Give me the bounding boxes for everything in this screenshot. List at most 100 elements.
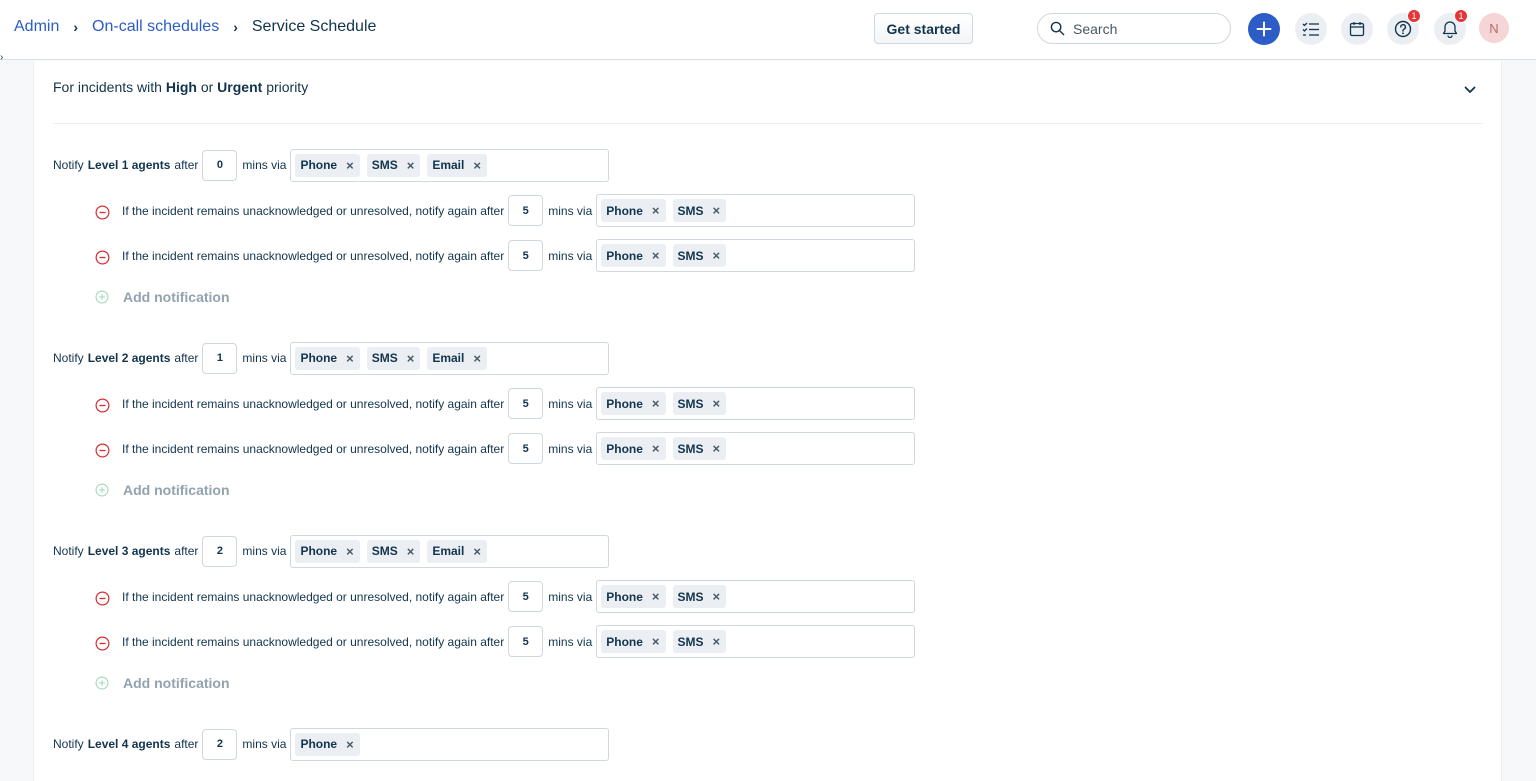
after-label: after <box>174 158 199 172</box>
delay-minutes-input[interactable]: 2 <box>202 535 238 567</box>
channel-chip: Phone × <box>295 153 360 177</box>
calendar-icon <box>1349 22 1365 37</box>
remove-channel-icon[interactable]: × <box>346 351 354 366</box>
channel-chip: SMS × <box>672 244 727 267</box>
remove-circle-icon[interactable] <box>95 443 110 458</box>
repeat-notify-row: If the incident remains unacknowledged o… <box>95 625 916 658</box>
remove-channel-icon[interactable]: × <box>407 351 415 366</box>
chevron-right-icon[interactable]: › <box>0 52 3 63</box>
add-notification-button[interactable]: Add notification <box>95 675 230 691</box>
add-notification-button[interactable]: Add notification <box>95 482 230 498</box>
channel-chip: Phone × <box>601 199 666 222</box>
priority-urgent: Urgent <box>217 79 263 95</box>
channel-select[interactable]: Phone × SMS × Email × <box>290 534 610 568</box>
remove-channel-icon[interactable]: × <box>473 544 481 559</box>
channel-chip: SMS × <box>672 199 727 222</box>
repeat-notify-row: If the incident remains unacknowledged o… <box>95 432 916 465</box>
delay-minutes-input[interactable]: 5 <box>508 240 544 271</box>
add-circle-icon <box>95 290 109 304</box>
user-avatar[interactable]: N <box>1479 13 1509 43</box>
delay-minutes-input[interactable]: 5 <box>508 433 544 464</box>
search-input[interactable] <box>1073 20 1213 37</box>
delay-minutes-input[interactable]: 5 <box>508 388 544 419</box>
channel-select[interactable]: Phone × SMS × <box>596 239 916 272</box>
channel-chip: Phone × <box>601 630 666 653</box>
channel-select[interactable]: Phone × SMS × <box>596 432 916 465</box>
remove-channel-icon[interactable]: × <box>713 248 721 263</box>
remove-channel-icon[interactable]: × <box>652 248 660 263</box>
help-icon <box>1394 20 1412 38</box>
remove-channel-icon[interactable]: × <box>346 544 354 559</box>
remove-channel-icon[interactable]: × <box>713 441 721 456</box>
repeat-notify-row: If the incident remains unacknowledged o… <box>95 194 916 227</box>
remove-circle-icon[interactable] <box>95 636 110 651</box>
after-label: after <box>174 737 199 751</box>
remove-channel-icon[interactable]: × <box>407 544 415 559</box>
remove-channel-icon[interactable]: × <box>346 158 354 173</box>
remove-channel-icon[interactable]: × <box>713 203 721 218</box>
channel-select[interactable]: Phone × SMS × <box>596 194 916 227</box>
delay-minutes-input[interactable]: 5 <box>508 626 544 657</box>
remove-circle-icon[interactable] <box>95 205 110 220</box>
level-notify-row: Notify Level 2 agents after 1 mins via Phone ×… <box>53 341 610 375</box>
heading-prefix: For incidents with <box>53 79 162 95</box>
remove-channel-icon[interactable]: × <box>713 589 721 604</box>
remove-channel-icon[interactable]: × <box>652 396 660 411</box>
channel-select[interactable]: Phone × SMS × Email × <box>290 148 610 182</box>
help-button[interactable]: 1 <box>1387 9 1421 45</box>
channel-chip: Email × <box>427 346 487 370</box>
remove-channel-icon[interactable]: × <box>473 351 481 366</box>
delay-minutes-input[interactable]: 1 <box>202 342 238 374</box>
delay-minutes-input[interactable]: 2 <box>202 728 238 760</box>
remove-circle-icon[interactable] <box>95 398 110 413</box>
channel-select[interactable]: Phone × SMS × <box>596 580 916 613</box>
remove-channel-icon[interactable]: × <box>652 441 660 456</box>
breadcrumb-admin[interactable]: Admin <box>14 18 59 36</box>
channel-chip: SMS × <box>366 153 421 177</box>
heading-suffix: priority <box>266 79 309 95</box>
create-new-button[interactable] <box>1248 13 1280 45</box>
collapse-toggle[interactable] <box>1464 81 1476 99</box>
level-notify-row: Notify Level 3 agents after 2 mins via Phone ×… <box>53 534 610 568</box>
notifications-button[interactable]: 1 <box>1434 9 1468 45</box>
add-circle-icon <box>95 483 109 497</box>
remove-channel-icon[interactable]: × <box>346 737 354 752</box>
level-notify-row: Notify Level 4 agents after 2 mins via Phone × <box>53 727 610 761</box>
channel-chip-label: SMS <box>677 248 704 263</box>
notify-label: Notify <box>53 737 84 751</box>
remove-channel-icon[interactable]: × <box>652 203 660 218</box>
notify-label: Notify <box>53 351 84 365</box>
channel-chip-label: Phone <box>300 158 338 172</box>
delay-minutes-input[interactable]: 5 <box>508 195 544 226</box>
search-box[interactable] <box>1037 13 1231 44</box>
repeat-label: If the incident remains unacknowledged o… <box>122 203 505 218</box>
remove-channel-icon[interactable]: × <box>713 396 721 411</box>
remove-channel-icon[interactable]: × <box>407 158 415 173</box>
add-notification-button[interactable]: Add notification <box>95 289 230 305</box>
channel-chip-label: Phone <box>300 351 338 365</box>
channel-chip: Phone × <box>601 437 666 460</box>
remove-circle-icon[interactable] <box>95 250 110 265</box>
channel-chip-label: Email <box>432 351 465 365</box>
mins-via-label: mins via <box>548 634 593 649</box>
chevron-down-icon <box>1464 86 1476 93</box>
channel-select[interactable]: Phone × SMS × Email × <box>290 341 610 375</box>
remove-channel-icon[interactable]: × <box>652 634 660 649</box>
channel-select[interactable]: Phone × SMS × <box>596 387 916 420</box>
channel-chip: Email × <box>427 539 487 563</box>
delay-minutes-input[interactable]: 5 <box>508 581 544 612</box>
delay-minutes-input[interactable]: 0 <box>202 149 238 181</box>
get-started-button[interactable]: Get started <box>874 13 973 44</box>
remove-circle-icon[interactable] <box>95 591 110 606</box>
remove-channel-icon[interactable]: × <box>713 634 721 649</box>
todo-button[interactable] <box>1295 13 1327 45</box>
channel-select[interactable]: Phone × <box>290 727 610 761</box>
channel-select[interactable]: Phone × SMS × <box>596 625 916 658</box>
breadcrumb-on-call-schedules[interactable]: On-call schedules <box>92 18 219 36</box>
remove-channel-icon[interactable]: × <box>652 589 660 604</box>
channel-chip-label: Phone <box>606 203 643 218</box>
page-title: Service Schedule <box>251 18 377 35</box>
remove-channel-icon[interactable]: × <box>473 158 481 173</box>
channel-chip: SMS × <box>366 346 421 370</box>
calendar-button[interactable] <box>1341 13 1373 45</box>
